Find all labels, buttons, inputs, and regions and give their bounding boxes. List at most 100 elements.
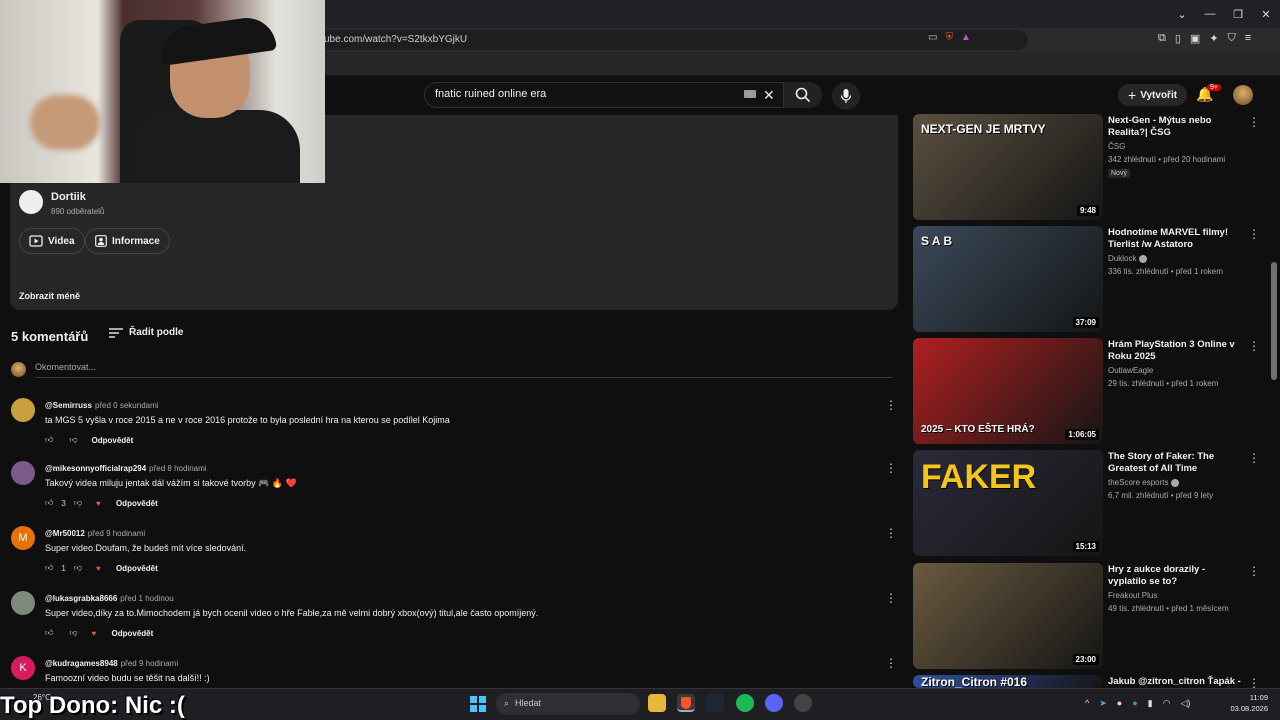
- video-thumbnail[interactable]: Zitron_Citron #016: [913, 675, 1103, 688]
- comment-menu-icon[interactable]: ⋮: [885, 526, 897, 540]
- taskbar-search[interactable]: ⌕ Hledat: [496, 693, 640, 715]
- voice-search-button[interactable]: [832, 82, 860, 110]
- scrollbar[interactable]: [1271, 262, 1277, 380]
- search-button[interactable]: [784, 82, 822, 108]
- reply-button[interactable]: Odpovědět: [116, 499, 158, 508]
- comment-time[interactable]: před 0 sekundami: [95, 401, 159, 410]
- steam-icon[interactable]: [706, 694, 724, 712]
- keyboard-icon[interactable]: [744, 90, 756, 98]
- video-channel[interactable]: ČSG: [1108, 142, 1125, 151]
- discord-tray-icon[interactable]: ●: [1117, 698, 1122, 709]
- reply-button[interactable]: Odpovědět: [116, 564, 158, 573]
- video-menu-icon[interactable]: ⋮: [1248, 115, 1260, 129]
- comment-avatar[interactable]: K: [11, 656, 35, 680]
- video-thumbnail[interactable]: 23:00: [913, 563, 1103, 669]
- comment-time[interactable]: před 9 hodinami: [121, 659, 178, 668]
- comment-avatar[interactable]: [11, 398, 35, 422]
- video-menu-icon[interactable]: ⋮: [1248, 227, 1260, 241]
- about-button[interactable]: Informace: [85, 228, 170, 254]
- clear-search-icon[interactable]: ✕: [763, 87, 775, 104]
- create-button[interactable]: + Vytvořit: [1118, 84, 1188, 106]
- comment-menu-icon[interactable]: ⋮: [885, 398, 897, 412]
- comment-avatar[interactable]: M: [11, 526, 35, 550]
- show-less-link[interactable]: Zobrazit méně: [19, 291, 80, 301]
- chevron-up-icon[interactable]: ^: [1085, 698, 1089, 709]
- video-title[interactable]: The Story of Faker: The Greatest of All …: [1108, 451, 1243, 475]
- comment-menu-icon[interactable]: ⋮: [885, 656, 897, 670]
- account-avatar[interactable]: [1233, 85, 1253, 105]
- clock[interactable]: 11:09 03.08.2026: [1222, 692, 1268, 714]
- comment-author[interactable]: @Mr50012: [45, 529, 85, 538]
- like-icon[interactable]: 👍︎: [45, 498, 53, 508]
- video-thumbnail[interactable]: S A B 37:09: [913, 226, 1103, 332]
- reply-button[interactable]: Odpovědět: [112, 629, 154, 638]
- video-channel[interactable]: Freakout Plus: [1108, 591, 1157, 600]
- video-menu-icon[interactable]: ⋮: [1248, 339, 1260, 353]
- comment-time[interactable]: před 1 hodinou: [120, 594, 173, 603]
- video-channel[interactable]: OutlawEagle: [1108, 366, 1153, 375]
- reply-button[interactable]: Odpovědět: [92, 436, 134, 445]
- dislike-icon[interactable]: 👎︎: [74, 563, 82, 573]
- restore-icon[interactable]: ❐: [1224, 0, 1252, 28]
- comment-avatar[interactable]: [11, 591, 35, 615]
- comment-menu-icon[interactable]: ⋮: [885, 461, 897, 475]
- leo-ai-icon[interactable]: ✦: [1209, 32, 1218, 45]
- video-menu-icon[interactable]: ⋮: [1248, 564, 1260, 578]
- dislike-icon[interactable]: 👎︎: [69, 435, 77, 445]
- obs-icon[interactable]: [794, 694, 812, 712]
- spotify-tray-icon[interactable]: ●: [1132, 698, 1137, 709]
- brave-browser-icon[interactable]: [677, 694, 695, 712]
- windows-start-icon[interactable]: [470, 696, 486, 712]
- like-icon[interactable]: 👍︎: [45, 563, 53, 573]
- dislike-icon[interactable]: 👎︎: [74, 498, 82, 508]
- video-title[interactable]: Next-Gen - Mýtus nebo Realita?| ČSG: [1108, 115, 1243, 139]
- search-input[interactable]: fnatic ruined online era: [424, 82, 784, 108]
- brave-shield-icon[interactable]: ⛨: [945, 32, 953, 43]
- minimize-icon[interactable]: —: [1196, 0, 1224, 28]
- comment-author[interactable]: @mikesonnyofficialrap294: [45, 464, 146, 473]
- comment-author[interactable]: @lukasgrabka8666: [45, 594, 117, 603]
- cast-icon[interactable]: ▭: [928, 32, 937, 43]
- video-thumbnail[interactable]: FAKER 15:13: [913, 450, 1103, 556]
- spotify-icon[interactable]: [736, 694, 754, 712]
- vpn-icon[interactable]: ⛉: [1228, 32, 1236, 45]
- microphone-icon[interactable]: ▮: [1148, 698, 1153, 709]
- channel-name[interactable]: Dortiik: [51, 191, 86, 203]
- dislike-icon[interactable]: 👎︎: [69, 628, 77, 638]
- brave-rewards-icon[interactable]: ▲: [961, 32, 971, 43]
- video-menu-icon[interactable]: ⋮: [1248, 451, 1260, 465]
- comment-time[interactable]: před 9 hodinami: [88, 529, 145, 538]
- telegram-icon[interactable]: ➤: [1099, 698, 1107, 709]
- videos-button[interactable]: Videa: [19, 228, 85, 254]
- comment-time[interactable]: před 8 hodinami: [149, 464, 206, 473]
- video-title[interactable]: Jakub @zitron_citron Ťapák -: [1108, 676, 1243, 688]
- video-channel[interactable]: theScore esports: [1108, 478, 1180, 487]
- menu-icon[interactable]: ≡: [1245, 32, 1251, 45]
- comment-avatar[interactable]: [11, 461, 35, 485]
- wifi-icon[interactable]: ◠: [1163, 698, 1171, 709]
- video-title[interactable]: Hodnotíme MARVEL filmy! Tierlist /w Asta…: [1108, 227, 1243, 251]
- like-icon[interactable]: 👍︎: [45, 628, 53, 638]
- video-channel[interactable]: Duklock: [1108, 254, 1148, 263]
- like-icon[interactable]: 👍︎: [45, 435, 53, 445]
- add-comment-input[interactable]: Okomentovat...: [35, 362, 892, 378]
- wallet-icon[interactable]: ▣: [1190, 32, 1200, 45]
- video-thumbnail[interactable]: NEXT-GEN JE MRTVY 9:48: [913, 114, 1103, 220]
- chevron-down-icon[interactable]: ⌄: [1168, 0, 1196, 28]
- sort-comments-button[interactable]: Řadit podle: [109, 327, 183, 338]
- file-explorer-icon[interactable]: [648, 694, 666, 712]
- comment-author[interactable]: @kudragames8948: [45, 659, 118, 668]
- close-icon[interactable]: ✕: [1252, 0, 1280, 28]
- comment-author[interactable]: @Semirruss: [45, 401, 92, 410]
- video-title[interactable]: Hrám PlayStation 3 Online v Roku 2025: [1108, 339, 1243, 363]
- comment-menu-icon[interactable]: ⋮: [885, 591, 897, 605]
- address-bar[interactable]: ube.com/watch?v=S2tkxbYGjkU: [318, 30, 1028, 50]
- video-stats: 49 tis. zhlédnutí • před 1 měsícem: [1108, 604, 1229, 613]
- sidebar-icon[interactable]: ▯: [1175, 32, 1181, 45]
- video-thumbnail[interactable]: 2025 – KTO EŠTE HRÁ? 1:06:05: [913, 338, 1103, 444]
- discord-icon[interactable]: [765, 694, 783, 712]
- video-title[interactable]: Hry z aukce dorazily - vyplatilo se to?: [1108, 564, 1243, 588]
- extensions-icon[interactable]: ⧉: [1158, 32, 1166, 45]
- volume-icon[interactable]: ◁): [1180, 698, 1190, 709]
- channel-avatar[interactable]: [19, 190, 43, 214]
